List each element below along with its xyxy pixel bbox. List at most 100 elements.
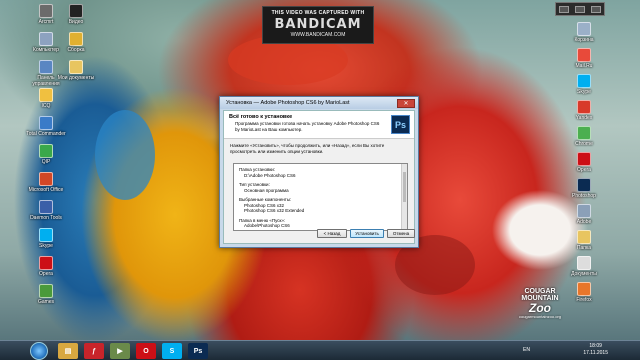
desktop-shortcut[interactable]: Видео — [56, 4, 96, 25]
shortcut-label: Opera — [39, 271, 53, 277]
back-button[interactable]: < Назад — [317, 229, 347, 238]
desktop-shortcut[interactable]: Adobe — [564, 204, 604, 225]
shortcut-label: Chrome — [575, 141, 593, 147]
desktop-shortcut[interactable]: Chrome — [564, 126, 604, 147]
desktop-shortcut[interactable]: Opera — [564, 152, 604, 173]
intro-text: Нажмите «Установить», чтобы продолжить, … — [230, 143, 385, 154]
flash-taskbar-icon[interactable]: ƒ — [84, 343, 104, 359]
shortcut-label: Opera — [577, 167, 591, 173]
mail-icon — [577, 48, 591, 62]
cancel-button[interactable]: Отмена — [387, 229, 415, 238]
zoo-watermark: COUGAR MOUNTAIN Zoo cougarmountainzoo.or… — [507, 288, 573, 328]
build-icon — [69, 32, 83, 46]
games-icon — [39, 284, 53, 298]
skype-taskbar-icon[interactable]: S — [162, 343, 182, 359]
arcmrt-icon — [39, 4, 53, 18]
shortcut-label: Microsoft Office — [28, 187, 64, 193]
clock-time: 18:09 — [589, 343, 602, 349]
close-icon[interactable]: ✕ — [397, 98, 415, 108]
desktop-shortcut[interactable]: Мои документы — [56, 60, 96, 81]
chrome-icon — [577, 126, 591, 140]
dialog-header: Всё готово к установке Программа установ… — [224, 111, 414, 139]
zoo-line1: COUGAR — [524, 288, 556, 295]
capture-watermark: THIS VIDEO WAS CAPTURED WITH BANDICAM WW… — [262, 6, 374, 44]
desktop-shortcut[interactable]: Корзина — [564, 22, 604, 43]
desktop-shortcut[interactable]: Yandex — [564, 100, 604, 121]
computer-icon — [39, 32, 53, 46]
summary-box[interactable]: Папка установки: D:\Adobe Photoshop CS6 … — [233, 163, 408, 231]
shortcut-label: Корзина — [574, 37, 594, 43]
desktop-shortcut[interactable]: Skype — [564, 74, 604, 95]
photoshop-taskbar-icon[interactable]: Ps — [188, 343, 208, 359]
daemon-tools-icon — [39, 200, 53, 214]
desktop-shortcut[interactable]: Microsoft Office — [26, 172, 66, 193]
taskbar: ▤ ƒ ▶ O S Ps EN 18:09 17.11.2015 — [0, 340, 640, 360]
desktop-shortcut[interactable]: Документы — [564, 256, 604, 277]
sysinfo-widget — [555, 2, 605, 16]
adobe-icon — [577, 204, 591, 218]
desktop-shortcut[interactable]: Photoshop — [564, 178, 604, 199]
explorer-taskbar-icon[interactable]: ▤ — [58, 343, 78, 359]
zoo-site: cougarmountainzoo.org — [518, 314, 562, 319]
desktop-shortcut[interactable]: Mail.Ru — [564, 48, 604, 69]
shortcut-label: Total Commander — [26, 131, 66, 137]
dialog-title: Установка — Adobe Photoshop CS6 by Mario… — [226, 100, 350, 106]
dialog-titlebar[interactable]: Установка — Adobe Photoshop CS6 by Mario… — [220, 97, 418, 109]
desktop-shortcut[interactable]: Opera — [26, 256, 66, 277]
shortcut-label: ICQ — [41, 103, 51, 109]
wallpaper-feather — [95, 110, 155, 200]
capture-url: WWW.BANDICAM.COM — [290, 32, 346, 38]
shortcut-label: Games — [37, 299, 55, 305]
photoshop-desktop-icon — [577, 178, 591, 192]
summary-scrollbar[interactable] — [401, 164, 407, 230]
zoo-line3: Zoo — [529, 301, 551, 315]
desktop-shortcut[interactable]: Total Commander — [26, 116, 66, 137]
language-indicator[interactable]: EN — [523, 347, 530, 353]
shortcut-label: Мои документы — [57, 75, 95, 81]
desktop-shortcut[interactable]: Daemon Tools — [26, 200, 66, 221]
shortcut-label: QIP — [41, 159, 51, 165]
media-taskbar-icon[interactable]: ▶ — [110, 343, 130, 359]
shortcut-label: Photoshop — [572, 193, 596, 199]
desktop-shortcut[interactable]: Папка — [564, 230, 604, 251]
documents-icon — [69, 60, 83, 74]
desktop-shortcut[interactable]: ICQ — [26, 88, 66, 109]
desktop-shortcut[interactable]: Games — [26, 284, 66, 305]
desktop-shortcut[interactable]: Skype — [26, 228, 66, 249]
video-icon — [69, 4, 83, 18]
skype-icon — [39, 228, 53, 242]
dialog-body: Всё готово к установке Программа установ… — [223, 110, 415, 244]
folder-icon — [577, 230, 591, 244]
shortcut-label: Mail.Ru — [575, 63, 593, 69]
capture-logo: BANDICAM — [274, 17, 362, 32]
office-icon — [39, 172, 53, 186]
opera-icon — [39, 256, 53, 270]
qip-icon — [39, 144, 53, 158]
header-title: Всё готово к установке — [229, 114, 293, 120]
shortcut-label: Видео — [68, 19, 84, 25]
shortcut-label: Yandex — [575, 115, 593, 121]
opera-taskbar-icon[interactable]: O — [136, 343, 156, 359]
install-button[interactable]: Установить — [350, 229, 384, 238]
opera-right-icon — [577, 152, 591, 166]
firefox-icon — [577, 282, 591, 296]
shortcut-label: Папка — [576, 245, 592, 251]
clock-date: 17.11.2015 — [583, 350, 608, 356]
icq-icon — [39, 88, 53, 102]
start-button[interactable] — [30, 342, 48, 360]
shortcut-label: Skype — [39, 243, 53, 249]
shortcut-label: Сборка — [67, 47, 85, 53]
skype-right-icon — [577, 74, 591, 88]
menu-value: Adobe\Photoshop CS6 — [244, 223, 290, 228]
yandex-icon — [577, 100, 591, 114]
button-row: < Назад Установить Отмена — [224, 229, 415, 239]
recycle-bin-icon — [577, 22, 591, 36]
desktop-shortcut[interactable]: QIP — [26, 144, 66, 165]
scrollbar-thumb[interactable] — [403, 172, 406, 202]
clock[interactable]: 18:09 17.11.2015 — [583, 343, 608, 357]
header-subtitle: Программа установки готова начать устано… — [235, 121, 380, 132]
shortcut-label: Документы — [571, 271, 597, 277]
desktop-shortcut[interactable]: Сборка — [56, 32, 96, 53]
shortcut-label: Skype — [577, 89, 591, 95]
docs-right-icon — [577, 256, 591, 270]
